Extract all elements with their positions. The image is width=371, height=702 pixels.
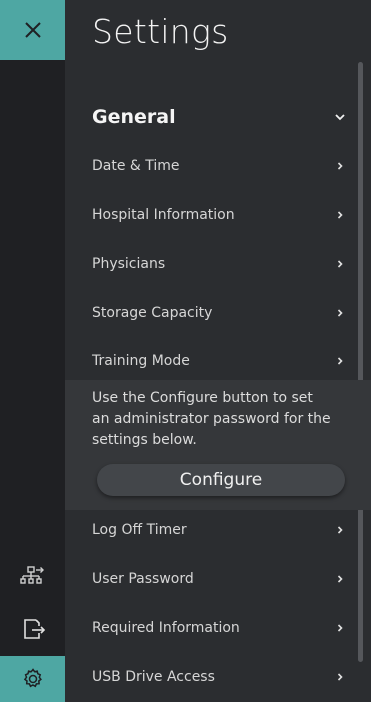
general-section-header[interactable]: General <box>92 100 347 134</box>
settings-item-training-mode[interactable]: Training Mode <box>92 344 347 378</box>
export-icon <box>23 619 45 639</box>
page-title: Settings <box>92 12 229 51</box>
settings-item-label: Required Information <box>92 620 240 636</box>
settings-item-usb-drive-access[interactable]: USB Drive Access <box>92 660 347 694</box>
chevron-right-icon <box>333 621 347 635</box>
chevron-right-icon <box>333 572 347 586</box>
settings-item-label: Physicians <box>92 256 166 272</box>
settings-button[interactable] <box>0 656 65 702</box>
general-section-label: General <box>92 106 176 128</box>
configure-button[interactable]: Configure <box>97 464 345 496</box>
admin-password-info: Use the Configure button to set an admin… <box>65 380 371 510</box>
settings-item-label: Training Mode <box>92 353 190 369</box>
settings-item-date-time[interactable]: Date & Time <box>92 149 347 183</box>
gear-icon <box>23 668 42 688</box>
settings-item-hospital-information[interactable]: Hospital Information <box>92 198 347 232</box>
close-button[interactable] <box>0 0 65 60</box>
settings-item-physicians[interactable]: Physicians <box>92 247 347 281</box>
scrollbar[interactable] <box>358 62 363 662</box>
settings-item-label: Log Off Timer <box>92 522 187 538</box>
chevron-right-icon <box>333 523 347 537</box>
network-transfer-icon <box>19 566 44 584</box>
chevron-down-icon <box>333 110 347 124</box>
chevron-right-icon <box>333 306 347 320</box>
network-transfer-button[interactable] <box>0 554 65 600</box>
chevron-right-icon <box>333 257 347 271</box>
chevron-right-icon <box>333 159 347 173</box>
settings-item-label: User Password <box>92 571 194 587</box>
settings-item-required-information[interactable]: Required Information <box>92 611 347 645</box>
settings-panel: Settings General Date & Time Hospital In… <box>65 0 371 702</box>
settings-item-label: Storage Capacity <box>92 305 213 321</box>
close-icon <box>24 22 41 38</box>
admin-info-text: Use the Configure button to set an admin… <box>92 390 331 448</box>
left-rail <box>0 0 65 702</box>
settings-item-label: USB Drive Access <box>92 669 215 685</box>
settings-item-storage-capacity[interactable]: Storage Capacity <box>92 296 347 330</box>
chevron-right-icon <box>333 354 347 368</box>
settings-item-label: Hospital Information <box>92 207 235 223</box>
settings-item-label: Date & Time <box>92 158 180 174</box>
chevron-right-icon <box>333 670 347 684</box>
settings-item-log-off-timer[interactable]: Log Off Timer <box>92 513 347 547</box>
export-button[interactable] <box>0 606 65 652</box>
chevron-right-icon <box>333 208 347 222</box>
settings-item-user-password[interactable]: User Password <box>92 562 347 596</box>
